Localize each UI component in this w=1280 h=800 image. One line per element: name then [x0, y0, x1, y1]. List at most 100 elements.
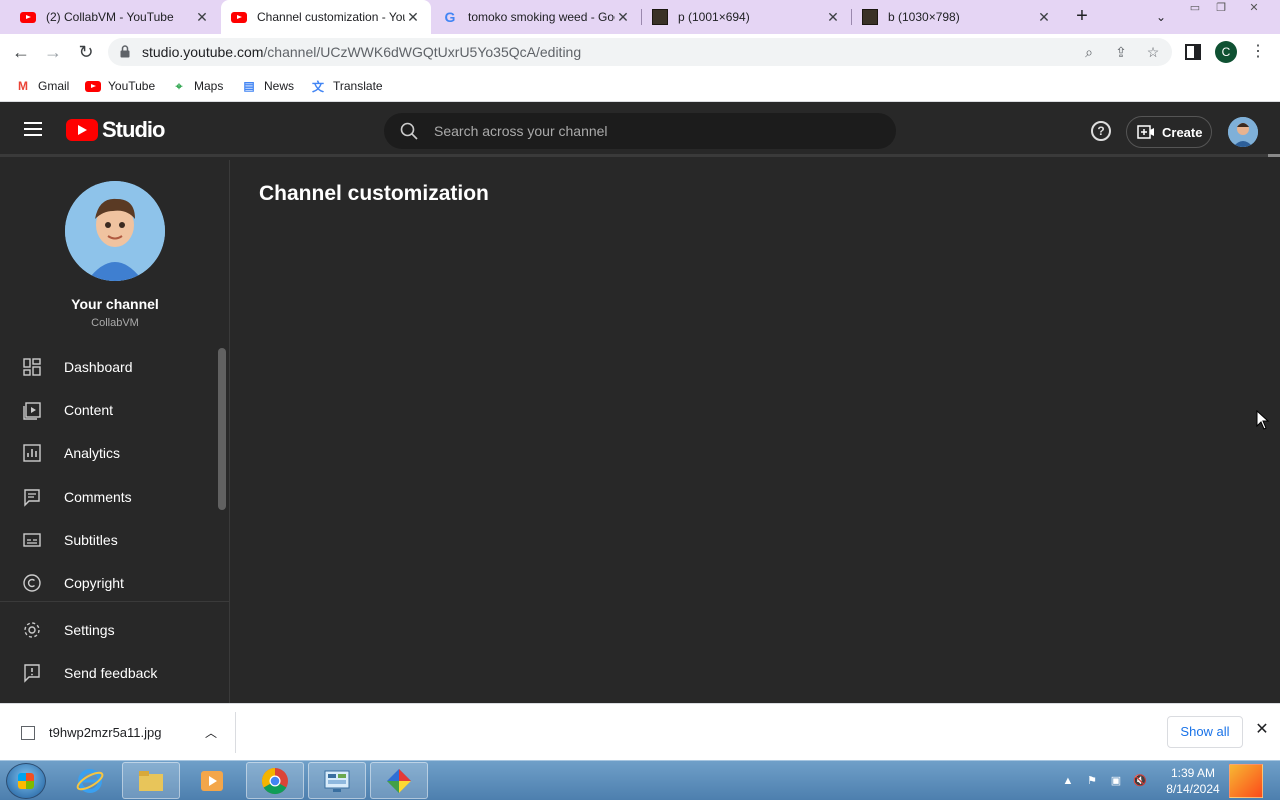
- download-filename: t9hwp2mzr5a11.jpg: [49, 725, 162, 740]
- show-hidden-icons-chevron-icon[interactable]: ▲: [1060, 773, 1076, 789]
- create-button[interactable]: Create: [1126, 116, 1212, 148]
- sidebar-item-label: Dashboard: [64, 359, 133, 375]
- download-bar: t9hwp2mzr5a11.jpg ︿ Show all ✕: [0, 703, 1280, 760]
- minimize-icon[interactable]: ▭: [1185, 2, 1205, 16]
- studio-logo[interactable]: Studio: [66, 117, 165, 142]
- browser-toolbar: ← → ↻ studio.youtube.com/channel/UCzWWK6…: [0, 34, 1280, 70]
- address-bar[interactable]: studio.youtube.com/channel/UCzWWK6dWGQtU…: [108, 38, 1172, 66]
- profile-avatar[interactable]: C: [1215, 41, 1237, 63]
- forward-arrow-icon[interactable]: →: [42, 41, 64, 63]
- download-item[interactable]: t9hwp2mzr5a11.jpg ︿: [0, 712, 236, 753]
- bookmark-label: YouTube: [108, 79, 156, 93]
- show-all-button[interactable]: Show all: [1167, 716, 1243, 748]
- browser-tab-active[interactable]: Channel customization - YouTube Studio ✕: [221, 0, 431, 34]
- image-file-icon: [21, 725, 35, 740]
- close-icon[interactable]: ✕: [1254, 722, 1270, 738]
- close-tab-icon[interactable]: ✕: [194, 9, 210, 25]
- bookmark-news[interactable]: ▤ News: [241, 77, 294, 95]
- sidebar-item-label: Copyright: [64, 575, 124, 591]
- action-center-flag-icon[interactable]: ⚑: [1084, 773, 1100, 789]
- bookmark-label: News: [264, 79, 295, 93]
- paint-app-icon[interactable]: [370, 762, 428, 799]
- sidebar-item-subtitles[interactable]: Subtitles: [0, 520, 216, 560]
- start-button[interactable]: [6, 763, 46, 799]
- sidebar-item-copyright[interactable]: Copyright: [0, 563, 216, 603]
- youtube-icon: [231, 9, 247, 25]
- menu-icon[interactable]: [24, 122, 42, 136]
- file-explorer-icon[interactable]: [122, 762, 180, 799]
- url-text[interactable]: studio.youtube.com/channel/UCzWWK6dWGQtU…: [142, 44, 581, 60]
- create-video-icon: [1137, 125, 1154, 139]
- zoom-icon[interactable]: ⌕: [1080, 43, 1098, 61]
- youtube-logo-icon: [66, 119, 98, 141]
- close-tab-icon[interactable]: ✕: [825, 9, 841, 25]
- taskbar-clock[interactable]: 1:39 AM 8/14/2024: [1160, 765, 1226, 797]
- bookmark-maps[interactable]: ⌖ Maps: [171, 77, 224, 95]
- news-icon: ▤: [243, 79, 255, 93]
- image-icon: [862, 9, 878, 25]
- youtube-icon: [85, 78, 101, 94]
- system-tray: ▲ ⚑ ▣ 🔇: [1060, 769, 1156, 793]
- tab-title: b (1030×798): [888, 10, 960, 24]
- browser-tab[interactable]: (2) CollabVM - YouTube ✕: [0, 0, 220, 34]
- close-tab-icon[interactable]: ✕: [405, 9, 421, 25]
- channel-name[interactable]: Your channel: [0, 296, 230, 312]
- sidebar-divider: [0, 601, 230, 602]
- side-panel-icon[interactable]: [1185, 44, 1201, 60]
- restore-icon[interactable]: ❐: [1211, 2, 1231, 16]
- media-player-icon[interactable]: [183, 762, 241, 799]
- browser-tab[interactable]: p (1001×694) ✕: [642, 0, 851, 34]
- close-tab-icon[interactable]: ✕: [1036, 9, 1052, 25]
- more-menu-icon[interactable]: ⋮: [1250, 41, 1266, 63]
- control-panel-icon[interactable]: [308, 762, 366, 799]
- copyright-icon: [23, 574, 41, 592]
- sidebar-item-dashboard[interactable]: Dashboard: [0, 347, 216, 387]
- close-tab-icon[interactable]: ✕: [615, 9, 631, 25]
- bookmark-star-icon[interactable]: ☆: [1144, 43, 1162, 61]
- sidebar-scrollbar[interactable]: [218, 348, 226, 510]
- help-icon[interactable]: ?: [1091, 121, 1111, 141]
- volume-muted-icon[interactable]: 🔇: [1132, 773, 1148, 789]
- browser-tab[interactable]: G tomoko smoking weed - Google Search ✕: [432, 0, 641, 34]
- reload-icon[interactable]: ↻: [75, 41, 97, 63]
- bookmark-label: Translate: [333, 79, 383, 93]
- studio-header: Studio ? Create: [0, 103, 1280, 157]
- bookmark-label: Gmail: [38, 79, 70, 93]
- channel-search[interactable]: [384, 113, 896, 149]
- main-content: Channel customization: [231, 160, 1280, 703]
- chevron-up-icon[interactable]: ︿: [205, 724, 219, 741]
- new-tab-button[interactable]: +: [1072, 6, 1092, 27]
- sidebar-item-label: Content: [64, 402, 114, 418]
- search-input[interactable]: [434, 121, 874, 141]
- account-avatar[interactable]: [1228, 117, 1258, 147]
- image-icon: [652, 9, 668, 25]
- browser-tab[interactable]: b (1030×798) ✕: [852, 0, 1062, 34]
- sidebar-item-content[interactable]: Content: [0, 390, 216, 430]
- sidebar-item-send-feedback[interactable]: Send feedback: [0, 653, 216, 693]
- bookmark-youtube[interactable]: YouTube: [85, 77, 155, 95]
- tab-title: p (1001×694): [678, 10, 750, 24]
- internet-explorer-icon[interactable]: [61, 762, 119, 799]
- channel-avatar[interactable]: [65, 181, 165, 281]
- tab-search-chevron-icon[interactable]: ⌄: [1152, 8, 1170, 26]
- sidebar-item-label: Comments: [64, 489, 132, 505]
- close-window-icon[interactable]: ✕: [1244, 2, 1264, 16]
- network-icon[interactable]: ▣: [1108, 773, 1124, 789]
- bookmark-gmail[interactable]: M Gmail: [15, 77, 69, 95]
- sidebar-item-settings[interactable]: Settings: [0, 610, 216, 650]
- channel-avatar-image: [65, 181, 165, 281]
- clock-time: 1:39 AM: [1170, 766, 1216, 780]
- show-desktop-button[interactable]: [1229, 764, 1263, 798]
- browser-tab-strip: (2) CollabVM - YouTube ✕ Channel customi…: [0, 0, 1280, 34]
- bookmark-translate[interactable]: 文 Translate: [310, 77, 383, 95]
- back-arrow-icon[interactable]: ←: [10, 41, 32, 63]
- sidebar-item-analytics[interactable]: Analytics: [0, 433, 216, 473]
- youtube-icon: [20, 9, 36, 25]
- comments-icon: [24, 489, 40, 507]
- sidebar-item-comments[interactable]: Comments: [0, 477, 216, 517]
- maps-icon: ⌖: [175, 78, 183, 93]
- share-icon[interactable]: ⇪: [1112, 43, 1130, 61]
- avatar-image: [1228, 117, 1258, 147]
- chrome-icon[interactable]: [246, 762, 304, 799]
- loading-bar: [1268, 154, 1280, 157]
